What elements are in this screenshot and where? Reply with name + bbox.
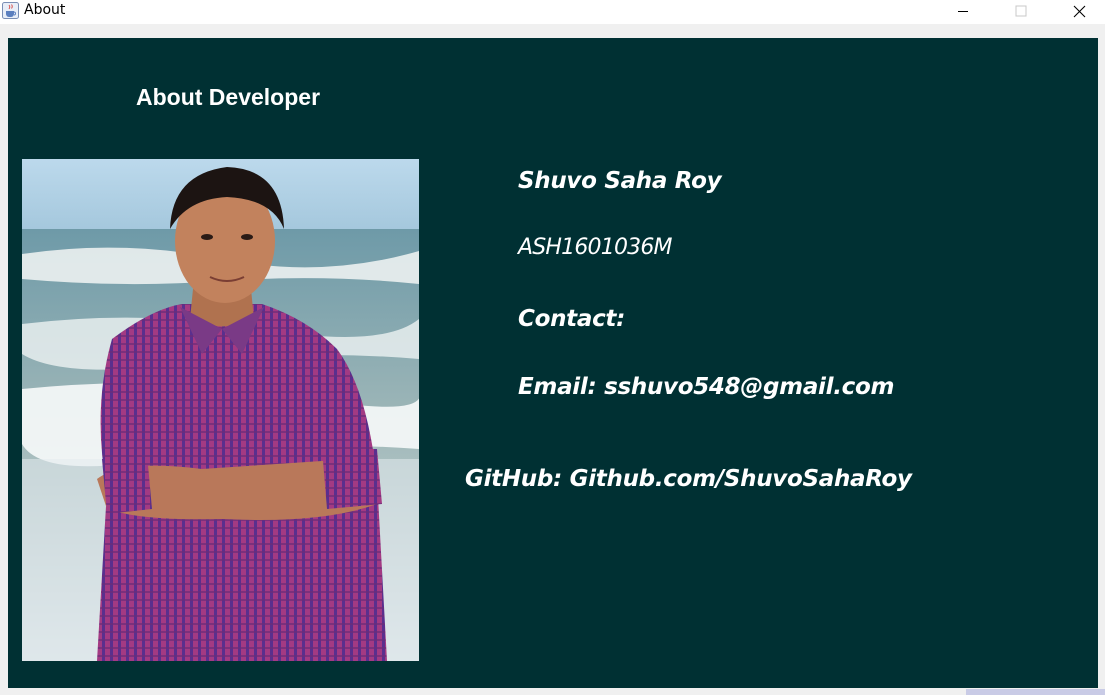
close-button[interactable] — [1056, 0, 1102, 22]
minimize-button[interactable] — [940, 0, 986, 22]
java-cup-icon[interactable] — [2, 2, 19, 19]
github-text: GitHub: Github.com/ShuvoSahaRoy — [465, 466, 912, 492]
page-title: About Developer — [136, 84, 321, 110]
window-title: About — [24, 2, 66, 18]
taskbar-edge — [966, 689, 1105, 695]
about-panel: About Developer Shuvo Saha Roy ASH160103… — [8, 38, 1098, 688]
developer-photo — [22, 159, 419, 661]
maximize-icon — [1015, 5, 1027, 17]
student-id: ASH1601036M — [518, 235, 673, 260]
developer-name: Shuvo Saha Roy — [518, 168, 722, 194]
close-icon — [1073, 5, 1085, 17]
email-text: Email: sshuvo548@gmail.com — [518, 374, 895, 400]
maximize-button[interactable] — [998, 0, 1044, 22]
contact-label: Contact: — [518, 306, 625, 332]
minimize-icon — [958, 11, 968, 12]
title-bar: About — [0, 0, 1105, 24]
